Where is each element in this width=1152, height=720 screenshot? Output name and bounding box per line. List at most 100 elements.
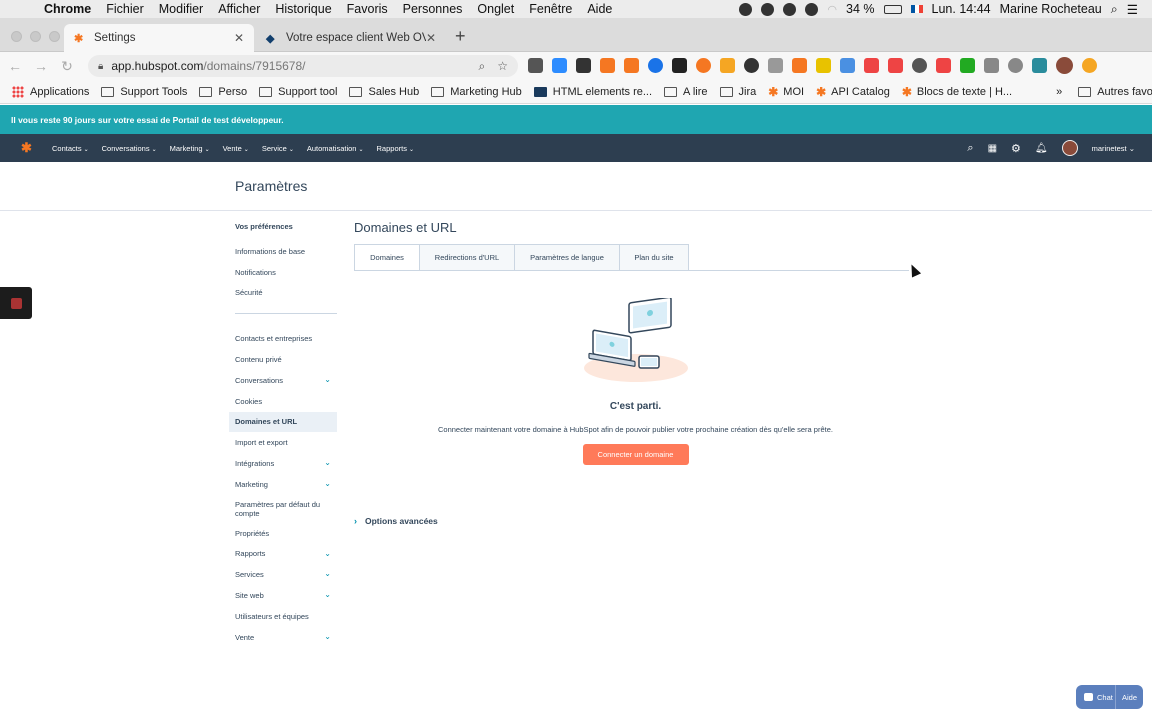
sidebar-item-securite[interactable]: Sécurité: [229, 283, 337, 304]
search-icon[interactable]: ⌕: [479, 59, 486, 74]
menu-modifier[interactable]: Modifier: [159, 2, 203, 16]
menu-aide[interactable]: Aide: [587, 2, 612, 16]
menu-personnes[interactable]: Personnes: [403, 2, 463, 16]
extension-icon[interactable]: [1008, 58, 1023, 73]
menu-favoris[interactable]: Favoris: [347, 2, 388, 16]
control-center-icon[interactable]: ☰: [1127, 2, 1138, 17]
tab-redirections[interactable]: Redirections d'URL: [420, 244, 515, 271]
extension-icon[interactable]: [864, 58, 879, 73]
menu-onglet[interactable]: Onglet: [477, 2, 514, 16]
sidebar-item-services[interactable]: Services ⌄: [229, 564, 337, 585]
tab-domaines[interactable]: Domaines: [354, 244, 420, 271]
sidebar-item-notifications[interactable]: Notifications: [229, 262, 337, 283]
settings-gear-icon[interactable]: ⚙: [1011, 142, 1021, 155]
profile-avatar[interactable]: [1056, 57, 1073, 74]
extension-icon[interactable]: [744, 58, 759, 73]
chevron-down-icon[interactable]: ⌄: [324, 632, 331, 641]
reload-icon[interactable]: ↻: [56, 58, 78, 75]
recording-widget[interactable]: [0, 287, 32, 319]
menu-chrome[interactable]: Chrome: [44, 2, 91, 16]
minimize-window-button[interactable]: [30, 31, 41, 42]
bookmark-sales-hub[interactable]: Sales Hub: [349, 86, 419, 98]
flag-icon[interactable]: [910, 5, 923, 13]
extension-icon[interactable]: [768, 58, 783, 73]
marketplace-icon[interactable]: ▦: [988, 143, 997, 154]
nav-rapports[interactable]: Rapports ⌄: [377, 144, 414, 153]
nav-vente[interactable]: Vente ⌄: [223, 144, 249, 153]
sidebar-item-site-web[interactable]: Site web ⌄: [229, 585, 337, 606]
sidebar-item-integrations[interactable]: Intégrations ⌄: [229, 453, 337, 474]
extension-icon[interactable]: [792, 58, 807, 73]
messenger-icon[interactable]: [805, 2, 819, 16]
menu-afficher[interactable]: Afficher: [218, 2, 260, 16]
menu-fichier[interactable]: Fichier: [106, 2, 144, 16]
extension-icon[interactable]: [960, 58, 975, 73]
extension-icon[interactable]: [1032, 58, 1047, 73]
sidebar-item-utilisateurs[interactable]: Utilisateurs et équipes: [229, 606, 337, 627]
extension-icon[interactable]: [1082, 58, 1097, 73]
chevron-down-icon[interactable]: ⌄: [324, 590, 331, 599]
bookmark-support-tools[interactable]: Support Tools: [101, 86, 187, 98]
sidebar-item-import-export[interactable]: Import et export: [229, 432, 337, 453]
tab-settings[interactable]: ✱ Settings ✕: [64, 24, 254, 52]
extension-icon[interactable]: [576, 58, 591, 73]
extension-icon[interactable]: [984, 58, 999, 73]
bookmark-jira[interactable]: Jira: [719, 86, 756, 98]
help-button[interactable]: Aide: [1114, 685, 1143, 709]
account-avatar[interactable]: [1061, 140, 1078, 156]
sidebar-item-contenu-prive[interactable]: Contenu privé: [229, 349, 337, 370]
hubspot-logo-icon[interactable]: ✱: [21, 140, 37, 156]
close-tab-icon[interactable]: ✕: [234, 31, 244, 45]
extension-icon[interactable]: [600, 58, 615, 73]
chevron-down-icon[interactable]: ⌄: [324, 569, 331, 578]
advanced-options-toggle[interactable]: › Options avancées: [354, 516, 438, 526]
sidebar-item-marketing[interactable]: Marketing ⌄: [229, 474, 337, 495]
bookmark-html-elements[interactable]: HTML elements re...: [533, 86, 652, 98]
search-icon[interactable]: ⌕: [967, 142, 973, 155]
account-menu[interactable]: marinetest ⌄: [1092, 144, 1135, 153]
sidebar-item-contacts[interactable]: Contacts et entreprises: [229, 328, 337, 349]
bookmarks-overflow-button[interactable]: »: [1056, 86, 1062, 98]
close-tab-icon[interactable]: ✕: [426, 31, 436, 45]
close-window-button[interactable]: [11, 31, 22, 42]
chevron-down-icon[interactable]: ⌄: [324, 549, 331, 558]
lock-icon[interactable]: 🔒︎: [98, 61, 103, 72]
bookmark-a-lire[interactable]: A lire: [664, 86, 708, 98]
extension-icon[interactable]: [888, 58, 903, 73]
extension-icon[interactable]: [552, 58, 567, 73]
tab-ovh[interactable]: ◆ Votre espace client Web OVHcl ✕: [256, 24, 446, 52]
chevron-down-icon[interactable]: ⌄: [324, 375, 331, 384]
nav-conversations[interactable]: Conversations ⌄: [102, 144, 157, 153]
chat-widget[interactable]: Chat Aide: [1076, 685, 1143, 709]
bookmark-autres-favoris[interactable]: Autres favoris: [1078, 86, 1152, 98]
extension-icon[interactable]: [840, 58, 855, 73]
stop-icon[interactable]: [11, 298, 22, 309]
extension-icon[interactable]: [720, 58, 735, 73]
nav-service[interactable]: Service ⌄: [262, 144, 294, 153]
extension-icon[interactable]: [624, 58, 639, 73]
battery-percent[interactable]: 34 %: [846, 2, 875, 16]
bookmark-applications[interactable]: Applications: [12, 85, 89, 98]
extension-icon[interactable]: [672, 58, 687, 73]
connect-domain-button[interactable]: Connecter un domaine: [582, 444, 689, 465]
sidebar-item-rapports[interactable]: Rapports ⌄: [229, 544, 337, 565]
new-tab-icon[interactable]: +: [455, 26, 466, 47]
extension-icon[interactable]: [936, 58, 951, 73]
extension-icon[interactable]: [912, 58, 927, 73]
chevron-down-icon[interactable]: ⌄: [324, 479, 331, 488]
dropbox-icon[interactable]: [739, 2, 753, 16]
zoom-window-button[interactable]: [49, 31, 60, 42]
bookmark-blocs-de-texte[interactable]: ✱ Blocs de texte | H...: [902, 85, 1012, 99]
extension-icon[interactable]: [816, 58, 831, 73]
extension-icon[interactable]: [696, 58, 711, 73]
sidebar-item-proprietes[interactable]: Propriétés: [229, 523, 337, 544]
wifi-icon[interactable]: ◠: [827, 3, 837, 16]
battery-icon[interactable]: [883, 4, 902, 14]
sidebar-item-informations[interactable]: Informations de base: [229, 241, 337, 262]
bookmark-api-catalog[interactable]: ✱ API Catalog: [816, 85, 890, 99]
nav-automatisation[interactable]: Automatisation ⌄: [307, 144, 364, 153]
nav-marketing[interactable]: Marketing ⌄: [170, 144, 210, 153]
tab-plan-du-site[interactable]: Plan du site: [620, 244, 689, 271]
menu-fenetre[interactable]: Fenêtre: [529, 2, 572, 16]
address-bar[interactable]: 🔒︎ app.hubspot.com /domains/7915678/ ⌕ ☆: [88, 55, 518, 77]
